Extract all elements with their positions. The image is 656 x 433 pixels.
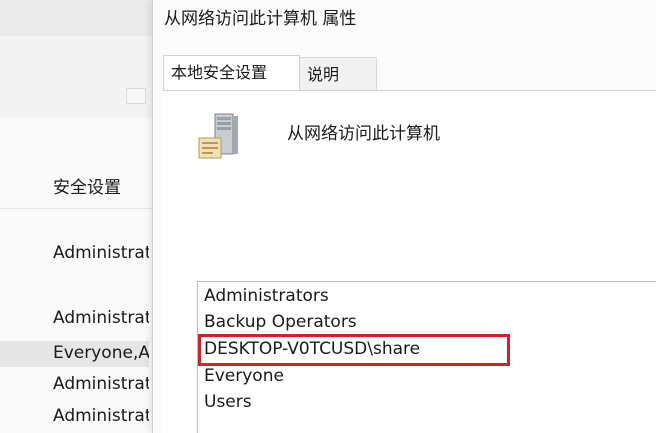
policy-row-setting-selected[interactable]: Everyone,Administrators	[0, 341, 149, 367]
list-item[interactable]: Users	[204, 392, 252, 412]
tab-local-security-setting[interactable]: 本地安全设置	[163, 55, 300, 90]
background-window: 安全设置 Administrators Administrators Every…	[0, 0, 152, 433]
background-titlebar	[0, 0, 152, 36]
tab-strip: 本地安全设置 说明	[163, 55, 656, 91]
policy-row-setting[interactable]: Administrators	[53, 406, 149, 426]
policy-row-setting[interactable]: Administrators	[53, 374, 149, 394]
list-item[interactable]: Administrators	[204, 286, 329, 306]
dialog-title: 从网络访问此计算机 属性	[164, 9, 357, 29]
column-header-security-setting[interactable]: 安全设置	[53, 173, 121, 198]
policy-name: 从网络访问此计算机	[287, 124, 440, 144]
list-item[interactable]: Backup Operators	[204, 312, 357, 332]
members-listbox[interactable]: Administrators Backup Operators DESKTOP-…	[197, 281, 656, 433]
policy-row-setting[interactable]: Administrators	[53, 308, 149, 328]
list-item[interactable]: Everyone	[204, 366, 284, 386]
red-highlight-box	[198, 334, 510, 366]
tab-explain[interactable]: 说明	[300, 57, 377, 90]
tab-panel: 从网络访问此计算机 Administrators Backup Operator…	[163, 91, 656, 433]
policy-row-setting[interactable]: Administrators	[53, 243, 149, 263]
background-toolbar	[0, 36, 152, 119]
header-divider	[0, 208, 152, 209]
server-policy-icon	[198, 113, 238, 159]
toolbar-control[interactable]	[126, 88, 146, 104]
properties-dialog: 从网络访问此计算机 属性 本地安全设置 说明 从网络访问此计算机 Adminis…	[152, 0, 656, 433]
